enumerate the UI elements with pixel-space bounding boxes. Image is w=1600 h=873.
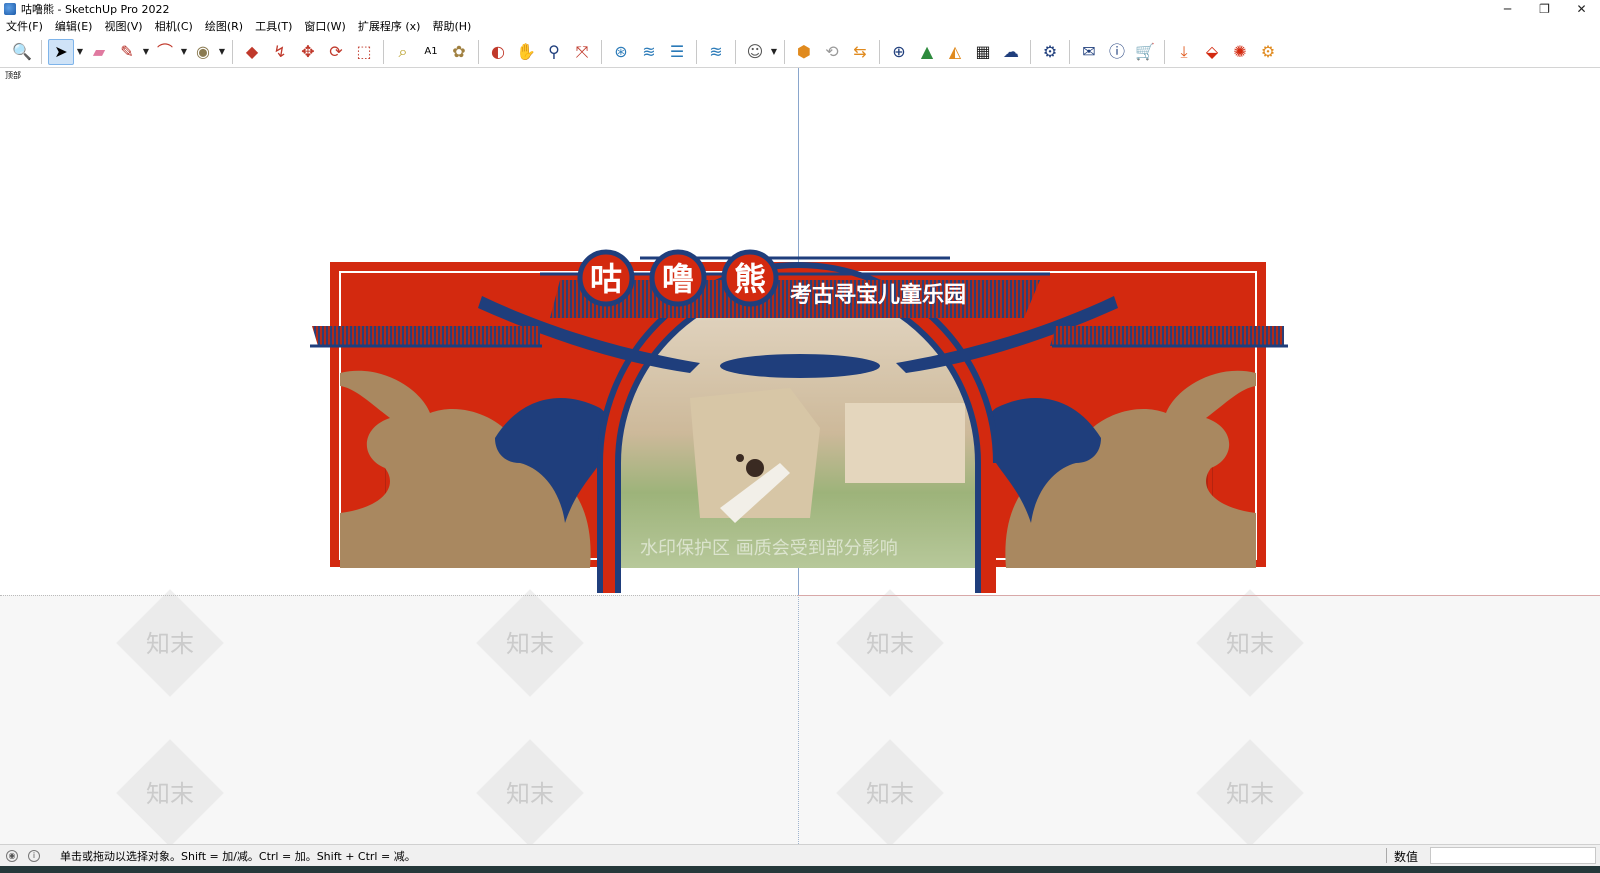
status-hint: 单击或拖动以选择对象。Shift = 加/减。Ctrl = 加。Shift + …: [60, 849, 416, 863]
menu-extensions[interactable]: 扩展程序 (x): [352, 18, 427, 36]
add-location-icon[interactable]: ⊕: [886, 39, 912, 65]
scale-icon[interactable]: ⬚: [351, 39, 377, 65]
cloud-upload-icon[interactable]: ☁: [998, 39, 1024, 65]
tags-icon[interactable]: ≋: [703, 39, 729, 65]
toolbar-separator: [879, 39, 880, 64]
toolbar-separator: [735, 39, 736, 64]
logo-char-2: 噜: [662, 260, 694, 298]
logo-char-3: 熊: [734, 260, 766, 298]
menu-edit[interactable]: 编辑(E): [49, 18, 99, 36]
chevron-down-icon[interactable]: ▼: [769, 39, 779, 65]
cart-icon[interactable]: 🛒: [1132, 39, 1158, 65]
pencil-icon[interactable]: ✎: [114, 39, 140, 65]
status-bar: ◉ i 单击或拖动以选择对象。Shift = 加/减。Ctrl = 加。Shif…: [0, 844, 1600, 866]
checker-icon[interactable]: ▦: [970, 39, 996, 65]
menu-camera[interactable]: 相机(C): [149, 18, 199, 36]
chevron-down-icon[interactable]: ▼: [179, 39, 189, 65]
tape-measure-icon[interactable]: ⌕: [390, 39, 416, 65]
arc-icon[interactable]: ⌒: [152, 39, 178, 65]
refresh-icon[interactable]: ⟲: [819, 39, 845, 65]
status-separator: [1386, 848, 1387, 863]
terrain-icon[interactable]: ◭: [942, 39, 968, 65]
toolbar-separator: [383, 39, 384, 64]
menu-file[interactable]: 文件(F): [0, 18, 49, 36]
sketchup-logo-icon: [4, 3, 16, 15]
info-icon[interactable]: ⓘ: [1104, 39, 1130, 65]
chevron-down-icon[interactable]: ▼: [217, 39, 227, 65]
roof-right: [1050, 326, 1284, 346]
measurements-label: 数值: [1394, 850, 1419, 864]
toolbar-separator: [1164, 39, 1165, 64]
toolbar-separator: [784, 39, 785, 64]
geo-location-icon[interactable]: ◉: [6, 849, 18, 862]
taskbar-strip: [0, 866, 1600, 873]
toolbar-separator: [232, 39, 233, 64]
orbit-icon[interactable]: ◐: [485, 39, 511, 65]
settings-icon[interactable]: ⚙: [1037, 39, 1063, 65]
tree-icon[interactable]: ▲: [914, 39, 940, 65]
zoom-extents-icon[interactable]: 🔍: [9, 39, 35, 65]
drawing-viewport[interactable]: 知末 知末 知末 知末 知末 知末 知末 知末 顶部 咕 噜 熊 考古寻宝儿童乐…: [0, 68, 1600, 844]
render-icon[interactable]: ✺: [1227, 39, 1253, 65]
restore-button[interactable]: ❐: [1526, 0, 1563, 18]
logo-char-1: 咕: [590, 260, 622, 298]
close-button[interactable]: ✕: [1563, 0, 1600, 18]
minimize-button[interactable]: ─: [1489, 0, 1526, 18]
menu-window[interactable]: 窗口(W): [298, 18, 351, 36]
menu-bar: 文件(F) 编辑(E) 视图(V) 相机(C) 绘图(R) 工具(T) 窗口(W…: [0, 18, 1600, 36]
toolbar-separator: [696, 39, 697, 64]
rotate-icon[interactable]: ⟳: [323, 39, 349, 65]
menu-draw[interactable]: 绘图(R): [199, 18, 249, 36]
roof-left: [312, 326, 540, 346]
toolbar-separator: [41, 39, 42, 64]
toolbar-separator: [1069, 39, 1070, 64]
zoom-window-icon[interactable]: ⤧: [569, 39, 595, 65]
chevron-down-icon[interactable]: ▼: [75, 39, 85, 65]
main-toolbar: 🔍 ➤ ▼ ▰ ✎ ▼ ⌒ ▼ ◉ ▼ ◆ ↯ ✥ ⟳ ⬚ ⌕ A1 ✿ ◐ ✋…: [0, 36, 1600, 68]
window-controls: ─ ❐ ✕: [1489, 0, 1600, 18]
section-plane-icon[interactable]: ⊛: [608, 39, 634, 65]
select-icon[interactable]: ➤: [48, 38, 74, 65]
paint-bucket-icon[interactable]: ◉: [190, 39, 216, 65]
push-pull-icon[interactable]: ◆: [239, 39, 265, 65]
measurements-input[interactable]: [1430, 847, 1596, 864]
mail-icon[interactable]: ✉: [1076, 39, 1102, 65]
toolbar-separator: [601, 39, 602, 64]
follow-me-icon[interactable]: ↯: [267, 39, 293, 65]
sketchup-window: 咕噜熊 - SketchUp Pro 2022 ─ ❐ ✕ 文件(F) 编辑(E…: [0, 0, 1600, 873]
gear-icon[interactable]: ⚙: [1255, 39, 1281, 65]
move-icon[interactable]: ✥: [295, 39, 321, 65]
extension-icon[interactable]: ⬙: [1199, 39, 1225, 65]
pan-icon[interactable]: ✋: [513, 39, 539, 65]
paint-icon[interactable]: ✿: [446, 39, 472, 65]
toolbar-separator: [1030, 39, 1031, 64]
menu-view[interactable]: 视图(V): [98, 18, 148, 36]
warehouse-icon[interactable]: ⬢: [791, 39, 817, 65]
section-display-icon[interactable]: ≋: [636, 39, 662, 65]
title-bar: 咕噜熊 - SketchUp Pro 2022 ─ ❐ ✕: [0, 0, 1600, 18]
eraser-icon[interactable]: ▰: [86, 39, 112, 65]
menu-help[interactable]: 帮助(H): [426, 18, 477, 36]
info-icon[interactable]: i: [28, 849, 40, 862]
download-icon[interactable]: ⤓: [1171, 39, 1197, 65]
zoom-icon[interactable]: ⚲: [541, 39, 567, 65]
archway-model[interactable]: 咕 噜 熊 考古寻宝儿童乐园 水印保护区 画质会受到部分影响: [0, 68, 1600, 844]
window-title: 咕噜熊 - SketchUp Pro 2022: [21, 3, 170, 16]
layers-icon[interactable]: ☰: [664, 39, 690, 65]
text-icon[interactable]: A1: [418, 39, 444, 65]
profile-icon[interactable]: ☺: [742, 39, 768, 65]
export-icon[interactable]: ⇆: [847, 39, 873, 65]
toolbar-separator: [478, 39, 479, 64]
watermark-overlay: 水印保护区 画质会受到部分影响: [640, 538, 898, 559]
chevron-down-icon[interactable]: ▼: [141, 39, 151, 65]
sign-subtitle: 考古寻宝儿童乐园: [790, 282, 966, 308]
menu-tools[interactable]: 工具(T): [249, 18, 298, 36]
